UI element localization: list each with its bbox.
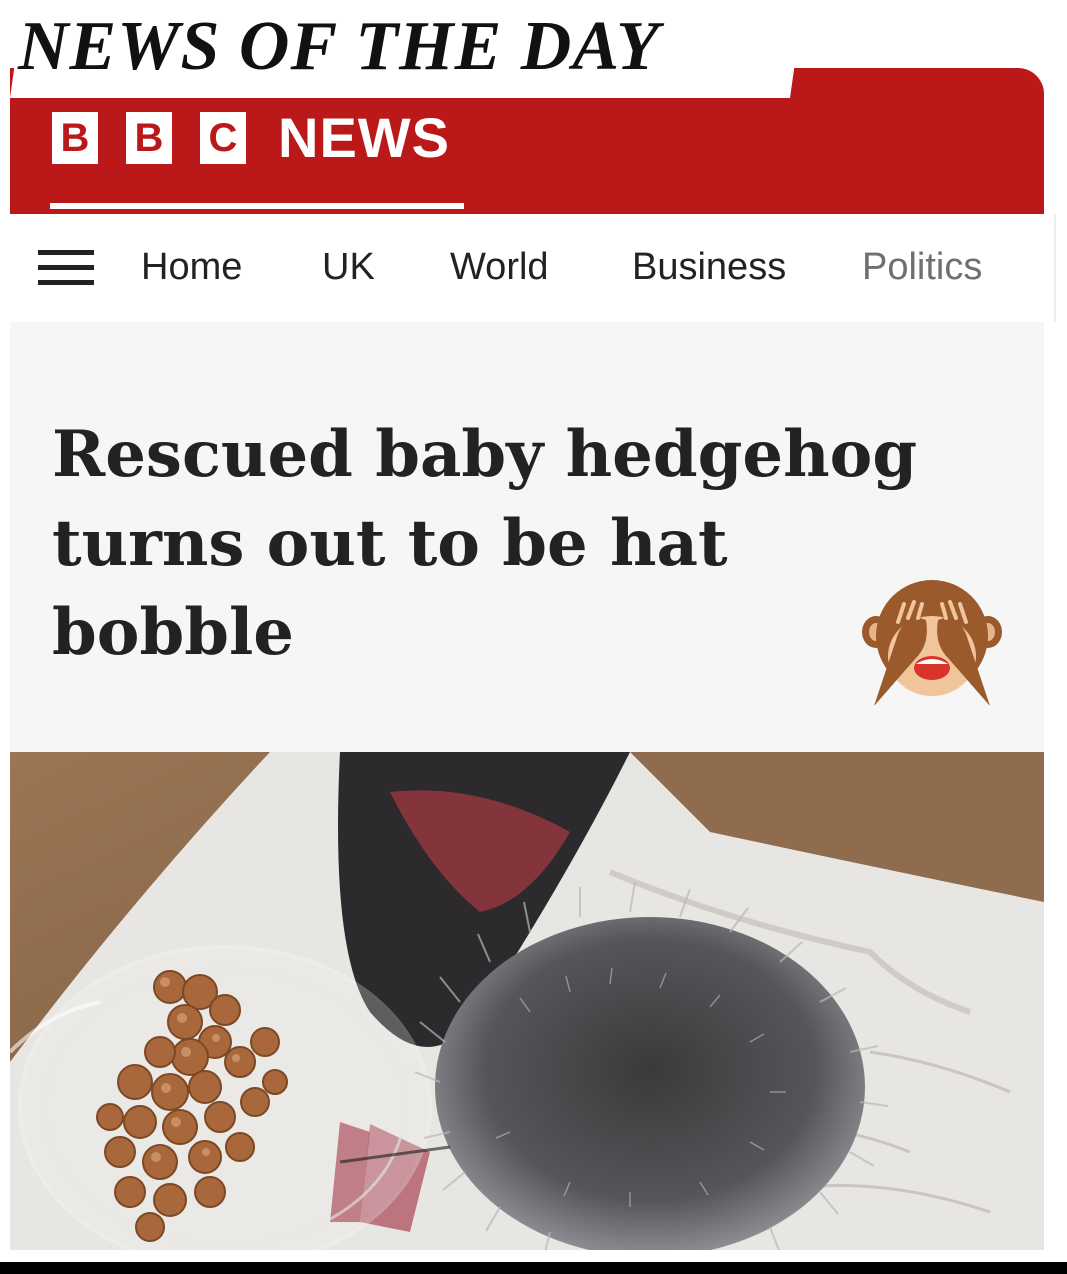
hat-bobble-photo[interactable] [10, 752, 1044, 1250]
hamburger-menu-icon[interactable] [38, 250, 94, 286]
see-no-evil-monkey-icon [862, 580, 1002, 706]
main-navigation: Home UK World Business Politics [0, 214, 1056, 322]
nav-item-uk[interactable]: UK [322, 240, 375, 294]
headline-line-1: Rescued baby hedgehog [52, 417, 918, 492]
headline-line-2: turns out to be hat [52, 506, 728, 581]
meme-title: NEWS OF THE DAY [18, 8, 660, 85]
nav-item-world[interactable]: World [450, 240, 549, 294]
nav-item-business[interactable]: Business [632, 240, 786, 294]
news-wordmark[interactable]: NEWS [278, 104, 450, 172]
bbc-logo-c: C [200, 112, 246, 164]
nav-item-home[interactable]: Home [141, 240, 242, 294]
bbc-logo-b1: B [52, 112, 98, 164]
bbc-logo-b2: B [126, 112, 172, 164]
bottom-border [0, 1262, 1067, 1274]
headline-line-3: bobble [52, 595, 294, 670]
hedgehog-bobble-image [10, 752, 1044, 1250]
banner-underline [50, 203, 464, 209]
nav-item-politics[interactable]: Politics [862, 240, 982, 294]
